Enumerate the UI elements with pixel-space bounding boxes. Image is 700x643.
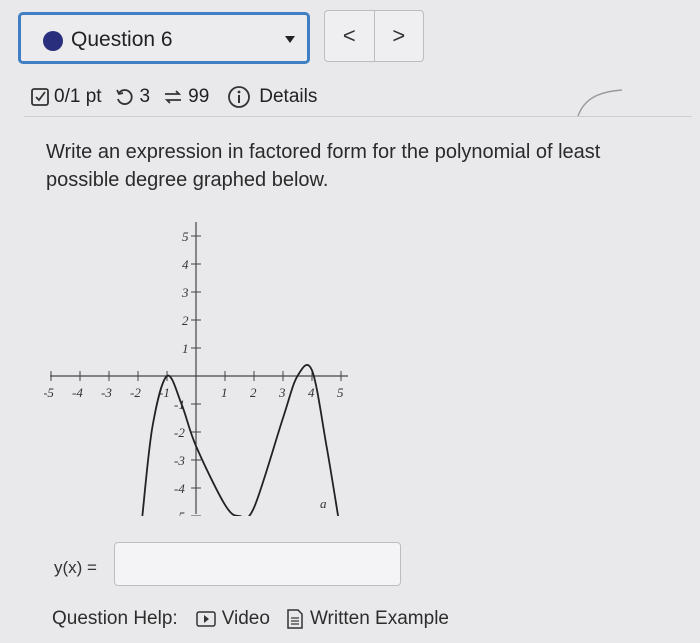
y-tick-label: 5 bbox=[182, 229, 189, 244]
retry-icon bbox=[115, 89, 133, 105]
video-icon bbox=[195, 611, 216, 627]
question-help: Question Help: Video Written Example bbox=[52, 608, 465, 630]
y-tick-label: -3 bbox=[174, 453, 185, 468]
x-tick-label: 4 bbox=[308, 385, 315, 400]
next-question-button[interactable]: > bbox=[373, 11, 424, 61]
x-tick-label: -5 bbox=[44, 385, 54, 400]
written-example-link[interactable]: Written Example bbox=[286, 608, 449, 630]
question-status-dot bbox=[43, 31, 63, 51]
score: 0/1 pt bbox=[54, 86, 102, 107]
details-link[interactable]: Details bbox=[259, 86, 317, 108]
x-tick-label: 3 bbox=[278, 385, 286, 400]
question-prompt: Write an expression in factored form for… bbox=[46, 141, 601, 191]
polynomial-graph: -5-4-3-2-112345 54321-1-2-3-4-5 a bbox=[44, 222, 348, 516]
tries-left: 3 bbox=[139, 86, 151, 107]
info-icon[interactable] bbox=[227, 85, 251, 109]
answer-input[interactable] bbox=[114, 542, 401, 586]
x-tick-label: -3 bbox=[101, 385, 112, 400]
x-tick-label: 5 bbox=[337, 385, 344, 400]
handwritten-annotation: a bbox=[320, 496, 327, 511]
x-tick-label: 1 bbox=[221, 385, 228, 400]
y-tick-label: -2 bbox=[174, 425, 185, 440]
question-help-label: Question Help: bbox=[52, 608, 178, 629]
x-tick-label: 2 bbox=[250, 385, 257, 400]
video-link[interactable]: Video bbox=[195, 608, 270, 630]
y-tick-label: -4 bbox=[174, 481, 185, 496]
question-meta: 0/1 pt 3 99 Details bbox=[30, 82, 317, 112]
document-icon bbox=[287, 609, 303, 629]
written-example-link-label: Written Example bbox=[309, 608, 449, 629]
submissions-count: 99 bbox=[188, 86, 210, 107]
checkbox-icon bbox=[31, 88, 49, 106]
submissions-icon bbox=[164, 90, 182, 104]
y-tick-label: 2 bbox=[182, 313, 189, 328]
x-tick-label: -2 bbox=[130, 385, 141, 400]
y-tick-label: 3 bbox=[181, 285, 189, 300]
y-tick-label: 1 bbox=[182, 341, 189, 356]
x-tick-label: -4 bbox=[72, 385, 83, 400]
chevron-down-icon bbox=[285, 36, 295, 43]
pen-stroke-mark bbox=[577, 89, 623, 117]
video-link-label: Video bbox=[221, 608, 270, 629]
question-select[interactable]: Question 6 bbox=[18, 12, 310, 64]
y-tick-label: -5 bbox=[174, 509, 185, 516]
previous-question-button[interactable]: < bbox=[325, 11, 374, 61]
y-tick-label: 4 bbox=[182, 257, 189, 272]
question-nav: < > bbox=[324, 10, 424, 62]
answer-label: y(x) = bbox=[54, 558, 97, 577]
question-select-label: Question 6 bbox=[71, 28, 173, 51]
